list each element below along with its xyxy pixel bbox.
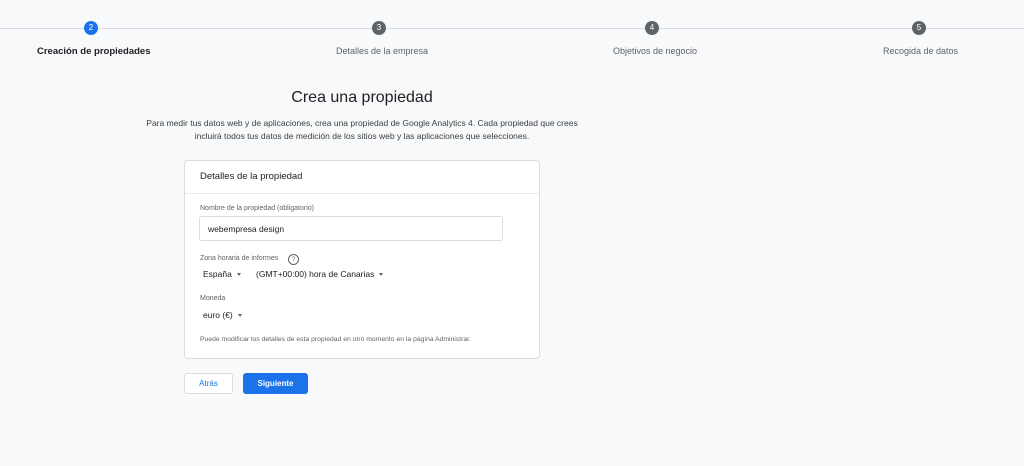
- question-circle-icon[interactable]: ?: [288, 254, 299, 265]
- step-5-indicator: 5: [912, 21, 926, 35]
- step-connector: [98, 28, 372, 29]
- timezone-value: (GMT+00:00) hora de Canarias: [256, 269, 375, 279]
- caret-down-icon: [236, 273, 241, 277]
- edit-later-note: Puede modificar los detalles de esta pro…: [200, 336, 471, 343]
- property-details-card: Detalles de la propiedad Nombre de la pr…: [184, 160, 540, 359]
- step-connector: [926, 28, 1024, 29]
- description-line: incluirá todos tus datos de medición de …: [194, 131, 530, 141]
- description-line: Para medir tus datos web y de aplicacion…: [146, 118, 578, 128]
- card-title: Detalles de la propiedad: [185, 161, 539, 194]
- country-select[interactable]: España: [203, 269, 241, 279]
- step-connector: [0, 28, 84, 29]
- next-button[interactable]: Siguiente: [243, 373, 308, 394]
- timezone-label: Zona horaria de informes: [200, 255, 279, 262]
- page-description: Para medir tus datos web y de aplicacion…: [120, 117, 604, 143]
- page-title: Crea una propiedad: [291, 89, 433, 106]
- step-2-label: Creación de propiedades: [37, 46, 151, 57]
- step-connector: [386, 28, 645, 29]
- property-name-input[interactable]: [199, 216, 503, 241]
- step-4-indicator: 4: [645, 21, 659, 35]
- step-4-label: Objetivos de negocio: [613, 46, 698, 56]
- caret-down-icon: [379, 273, 384, 277]
- back-button[interactable]: Atrás: [184, 373, 233, 394]
- timezone-select[interactable]: (GMT+00:00) hora de Canarias: [256, 269, 384, 279]
- progress-stepper: 2 3 4 5 Creación de propiedades Detalles…: [0, 0, 1024, 70]
- currency-select[interactable]: euro (€): [203, 310, 242, 320]
- step-2-indicator: 2: [84, 21, 98, 35]
- step-connector: [659, 28, 912, 29]
- caret-down-icon: [237, 314, 242, 318]
- currency-value: euro (€): [203, 310, 233, 320]
- step-3-indicator: 3: [372, 21, 386, 35]
- step-3-label: Detalles de la empresa: [336, 46, 429, 56]
- step-5-label: Recogida de datos: [883, 46, 959, 56]
- property-name-label: Nombre de la propiedad (obligatorio): [200, 205, 315, 212]
- country-value: España: [203, 269, 232, 279]
- currency-label: Moneda: [200, 295, 226, 302]
